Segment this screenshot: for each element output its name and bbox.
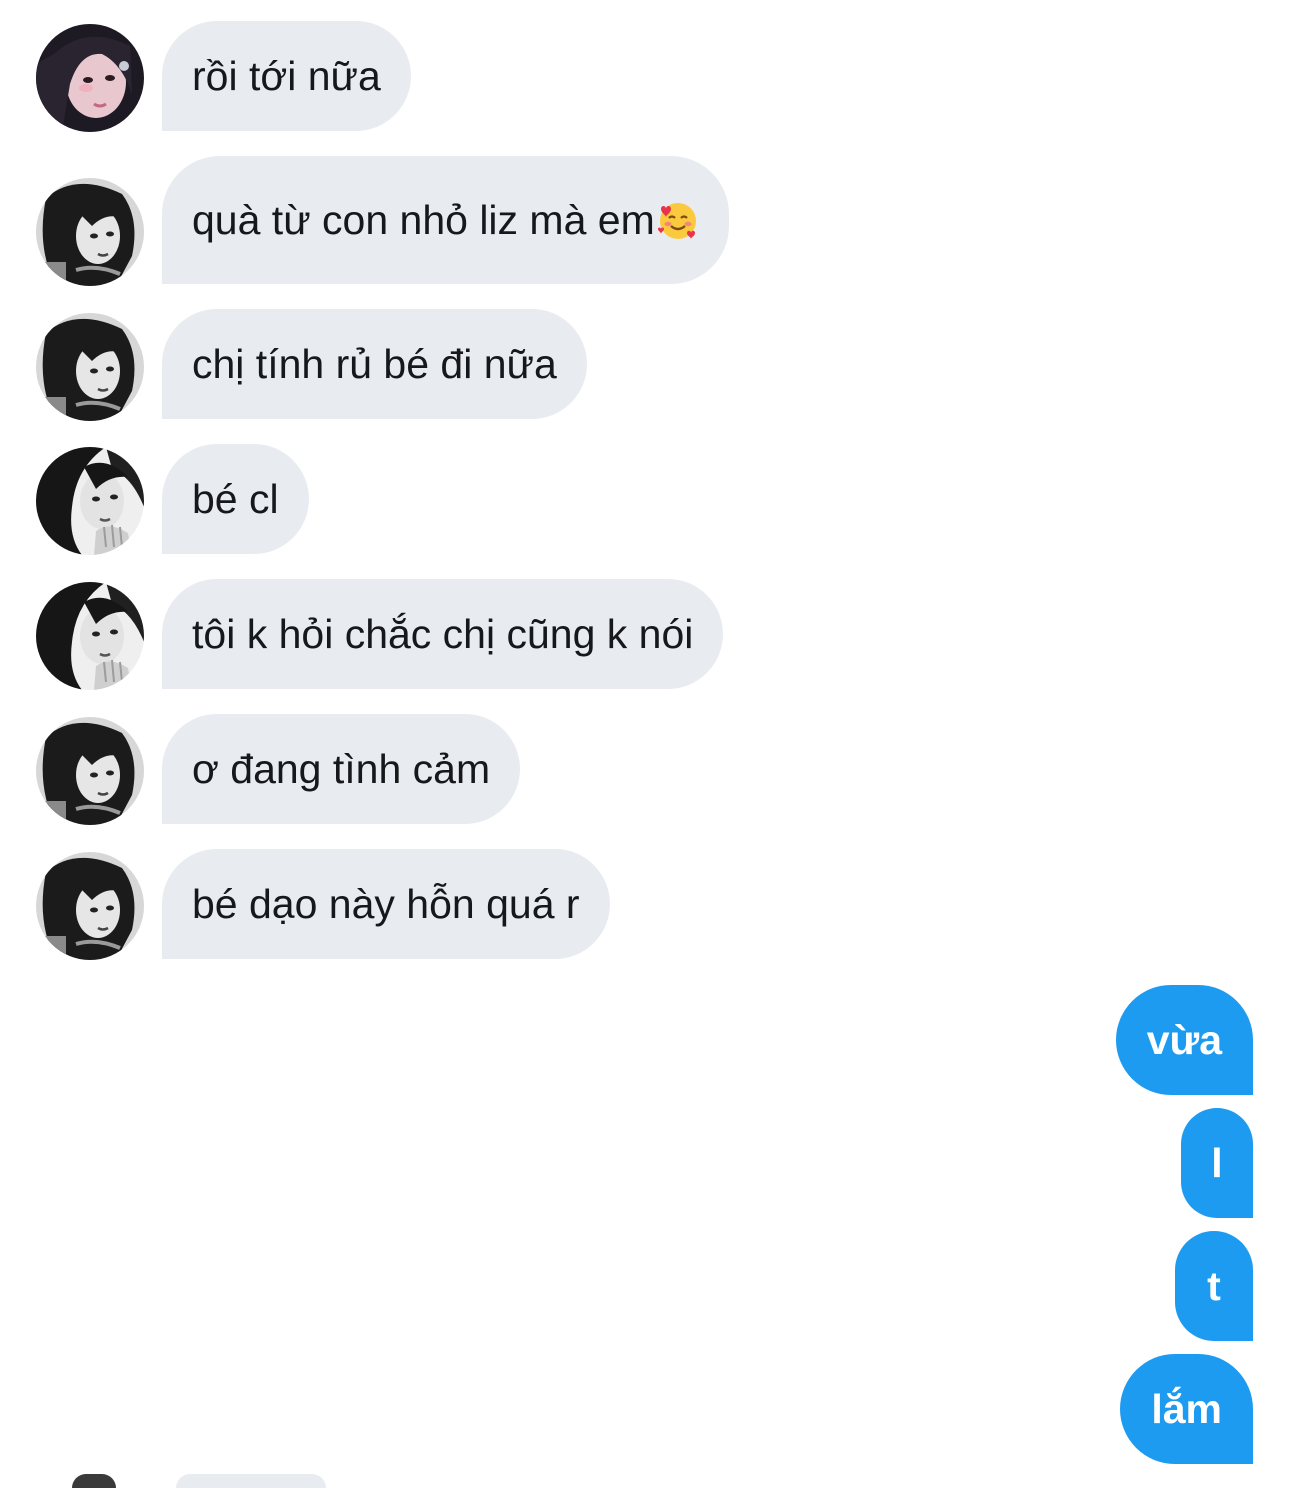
message-bubble-incoming[interactable]: bé cl (162, 444, 309, 554)
message-text: bé cl (192, 475, 279, 522)
avatar-bw-curly-icon[interactable] (36, 852, 144, 960)
message-bubble-outgoing[interactable]: vừa (1115, 985, 1253, 1095)
message-text: chị tính rủ bé đi nữa (192, 340, 557, 387)
message-text: tôi k hỏi chắc chị cũng k nói (192, 610, 694, 657)
message-bubble-incoming[interactable]: bé dạo này hỗn quá r (162, 849, 610, 959)
avatar-bw-curly-icon[interactable] (36, 717, 144, 825)
message-text: ơ đang tình cảm (192, 745, 491, 792)
message-text: t (1207, 1262, 1221, 1309)
message-bubble-incoming[interactable]: quà từ con nhỏ liz mà em (162, 156, 729, 284)
message-bubble-outgoing[interactable]: l (1181, 1108, 1253, 1218)
message-bubble-outgoing[interactable]: lắm (1120, 1354, 1253, 1464)
avatar-bw-curly-icon[interactable] (36, 178, 144, 286)
message-bubble-incoming[interactable]: ơ đang tình cảm (162, 714, 521, 824)
message-text: rồi tới nữa (192, 52, 381, 99)
avatar-bw-curly-icon[interactable] (36, 313, 144, 421)
message-bubble-incoming[interactable]: tôi k hỏi chắc chị cũng k nói (162, 579, 724, 689)
smiling-face-with-hearts-icon (657, 199, 699, 241)
message-bubble-partial[interactable] (176, 1474, 326, 1488)
avatar-partial[interactable] (72, 1474, 116, 1488)
avatar-bw-hand-icon[interactable] (36, 447, 144, 555)
message-text: quà từ con nhỏ liz mà em (192, 196, 655, 243)
message-text: vừa (1146, 1016, 1222, 1063)
avatar-pink-hair-icon[interactable] (36, 24, 144, 132)
avatar-bw-hand-icon[interactable] (36, 582, 144, 690)
message-bubble-incoming[interactable]: rồi tới nữa (162, 21, 411, 131)
message-bubble-incoming[interactable]: chị tính rủ bé đi nữa (162, 309, 587, 419)
message-text: l (1211, 1139, 1223, 1186)
message-text: bé dạo này hỗn quá r (192, 880, 580, 927)
message-bubble-outgoing[interactable]: t (1175, 1231, 1253, 1341)
message-text: lắm (1151, 1385, 1222, 1432)
